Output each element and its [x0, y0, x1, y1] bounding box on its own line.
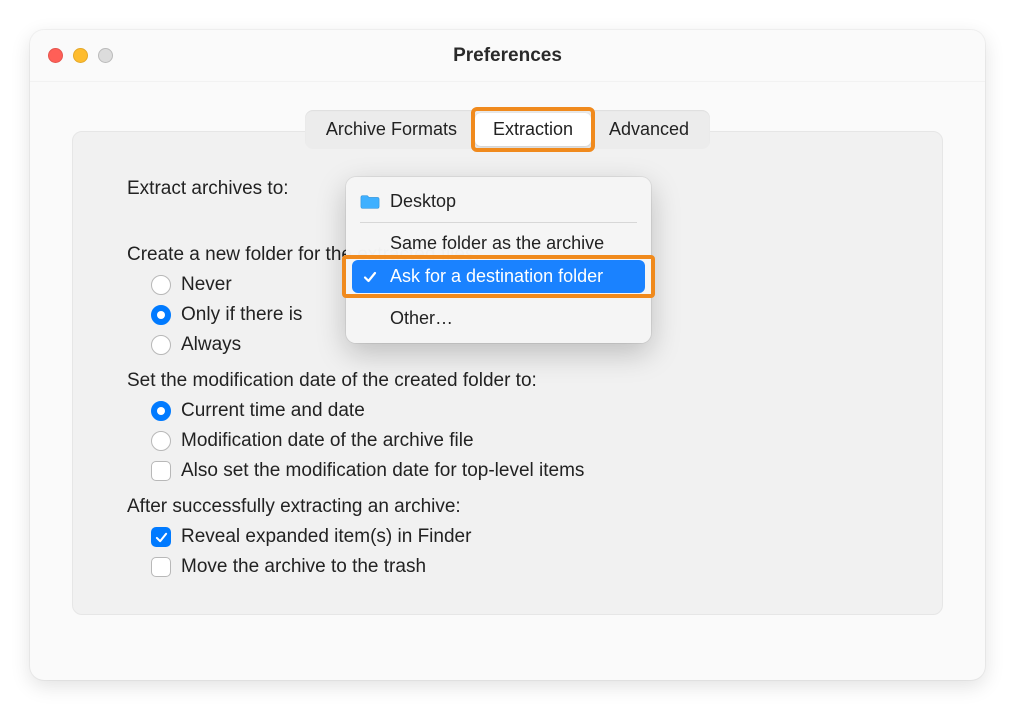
radio-never-label: Never [181, 274, 232, 296]
menu-item-desktop-label: Desktop [390, 191, 456, 212]
radio-icon [151, 305, 171, 325]
mod-date-group: Current time and date Modification date … [151, 400, 888, 482]
radio-current-time[interactable]: Current time and date [151, 400, 888, 422]
tab-advanced[interactable]: Advanced [591, 113, 707, 146]
radio-always-label: Always [181, 334, 241, 356]
checkbox-also-set[interactable]: Also set the modification date for top-l… [151, 460, 888, 482]
radio-icon [151, 275, 171, 295]
checkbox-also-label: Also set the modification date for top-l… [181, 460, 584, 482]
preferences-window: Preferences Archive Formats Extraction A… [30, 30, 985, 680]
checkbox-reveal-finder[interactable]: Reveal expanded item(s) in Finder [151, 526, 888, 548]
menu-item-ask-label: Ask for a destination folder [390, 266, 603, 287]
checkbox-icon [151, 461, 171, 481]
menu-item-same-folder[interactable]: Same folder as the archive [346, 227, 651, 260]
radio-current-label: Current time and date [181, 400, 365, 422]
minimize-window-button[interactable] [73, 48, 88, 63]
close-window-button[interactable] [48, 48, 63, 63]
radio-icon [151, 401, 171, 421]
checkmark-icon [360, 270, 380, 284]
menu-item-other-label: Other… [390, 308, 453, 329]
checkbox-move-trash[interactable]: Move the archive to the trash [151, 556, 888, 578]
menu-separator [360, 222, 637, 223]
menu-separator [360, 297, 637, 298]
radio-icon [151, 335, 171, 355]
titlebar: Preferences [30, 30, 985, 82]
mod-date-label: Set the modification date of the created… [127, 370, 888, 392]
radio-icon [151, 431, 171, 451]
extract-to-dropdown-menu: Desktop Same folder as the archive Ask f… [346, 177, 651, 343]
content: Archive Formats Extraction Advanced Extr… [30, 82, 985, 643]
zoom-window-button[interactable] [98, 48, 113, 63]
traffic-lights [48, 48, 113, 63]
tab-extraction[interactable]: Extraction [475, 113, 591, 146]
after-extract-label: After successfully extracting an archive… [127, 496, 888, 518]
checkbox-icon [151, 557, 171, 577]
window-title: Preferences [30, 45, 985, 67]
menu-item-desktop[interactable]: Desktop [346, 185, 651, 218]
menu-item-same-label: Same folder as the archive [390, 233, 604, 254]
menu-item-ask-destination[interactable]: Ask for a destination folder [352, 260, 645, 293]
after-extract-group: Reveal expanded item(s) in Finder Move t… [151, 526, 888, 578]
checkbox-trash-label: Move the archive to the trash [181, 556, 426, 578]
tab-archive-formats[interactable]: Archive Formats [308, 113, 475, 146]
checkbox-icon [151, 527, 171, 547]
radio-archive-date[interactable]: Modification date of the archive file [151, 430, 888, 452]
menu-item-other[interactable]: Other… [346, 302, 651, 335]
tab-extraction-label: Extraction [493, 119, 573, 139]
folder-icon [360, 193, 380, 211]
checkbox-reveal-label: Reveal expanded item(s) in Finder [181, 526, 471, 548]
radio-only-if-label: Only if there is [181, 304, 302, 326]
radio-archive-label: Modification date of the archive file [181, 430, 474, 452]
tab-group: Archive Formats Extraction Advanced [305, 110, 710, 149]
